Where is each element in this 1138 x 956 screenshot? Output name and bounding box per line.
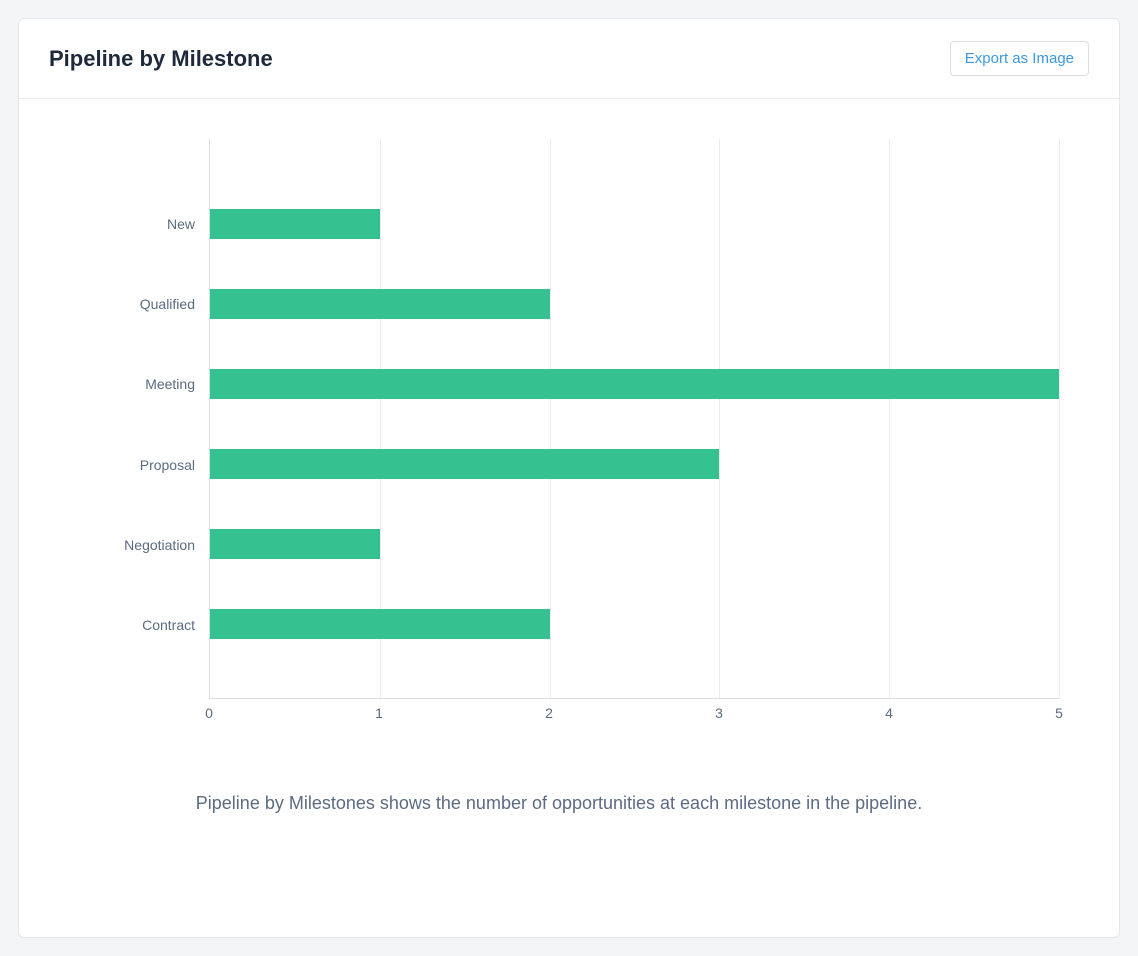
card-body: New Qualified Meeting Proposal Negotiation Co… bbox=[19, 99, 1119, 937]
chart-bar bbox=[210, 449, 719, 479]
y-axis-label: Negotiation bbox=[124, 537, 195, 553]
gridline bbox=[1059, 139, 1060, 698]
x-axis: 012345 bbox=[209, 699, 1059, 723]
y-axis-label: Proposal bbox=[140, 457, 195, 473]
x-axis-tick: 0 bbox=[205, 705, 213, 721]
x-axis-tick: 4 bbox=[885, 705, 893, 721]
y-axis-label: Contract bbox=[142, 617, 195, 633]
chart-bar bbox=[210, 369, 1059, 399]
gridline bbox=[889, 139, 890, 698]
x-axis-tick: 3 bbox=[715, 705, 723, 721]
y-axis-label: Qualified bbox=[140, 296, 195, 312]
y-axis-label: Meeting bbox=[145, 376, 195, 392]
chart-plot bbox=[209, 139, 1059, 699]
export-as-image-button[interactable]: Export as Image bbox=[950, 41, 1089, 76]
pipeline-card: Pipeline by Milestone Export as Image Ne… bbox=[18, 18, 1120, 938]
card-header: Pipeline by Milestone Export as Image bbox=[19, 19, 1119, 99]
x-axis-tick: 1 bbox=[375, 705, 383, 721]
gridline bbox=[550, 139, 551, 698]
chart-bar bbox=[210, 209, 380, 239]
x-axis-tick: 2 bbox=[545, 705, 553, 721]
chart-bar bbox=[210, 609, 550, 639]
chart-caption: Pipeline by Milestones shows the number … bbox=[59, 793, 1059, 814]
y-axis-labels: New Qualified Meeting Proposal Negotiation Co… bbox=[59, 139, 209, 699]
gridline bbox=[719, 139, 720, 698]
chart-area: New Qualified Meeting Proposal Negotiation Co… bbox=[59, 139, 1059, 699]
y-axis-label: New bbox=[167, 216, 195, 232]
chart-bar bbox=[210, 289, 550, 319]
x-axis-tick: 5 bbox=[1055, 705, 1063, 721]
chart-bar bbox=[210, 529, 380, 559]
card-title: Pipeline by Milestone bbox=[49, 46, 273, 72]
